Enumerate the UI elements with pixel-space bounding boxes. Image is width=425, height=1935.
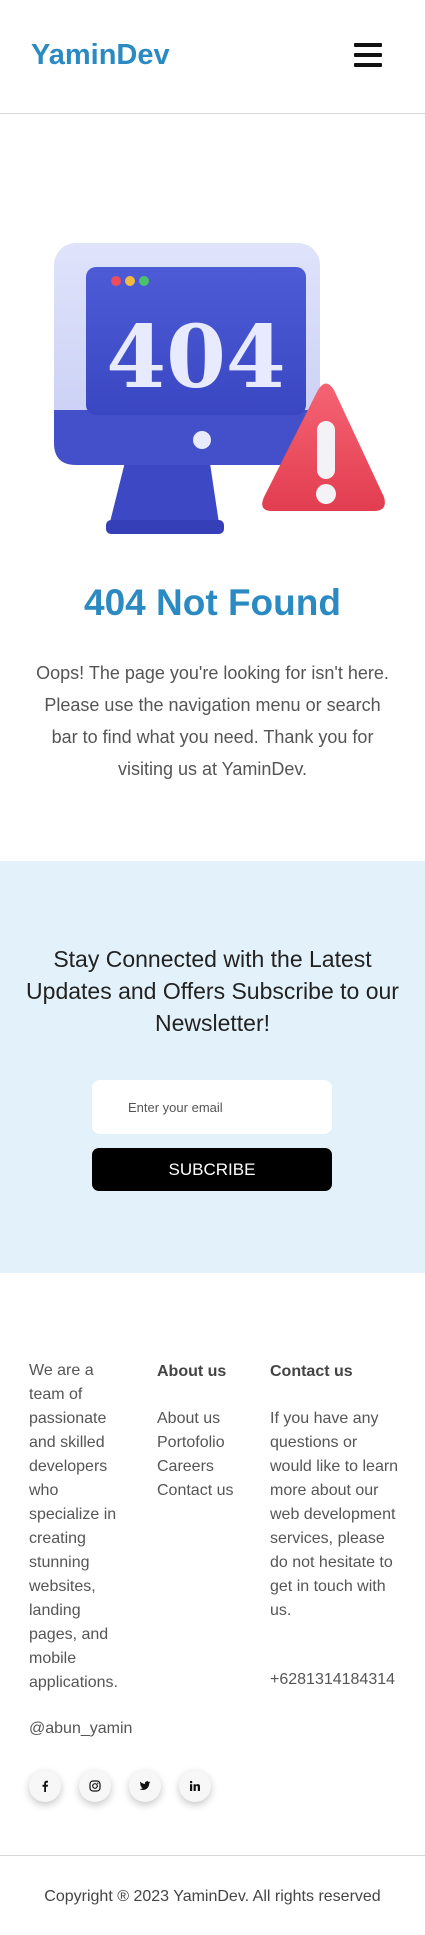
site-logo[interactable]: YaminDev <box>31 39 170 72</box>
window-dot-red <box>111 276 121 286</box>
power-button <box>193 431 211 449</box>
footer-about-text: We are a team of passionate and skilled … <box>29 1362 118 1691</box>
footer-link-portofolio[interactable]: Portofolio <box>157 1431 233 1455</box>
social-handle: @abun_yamin <box>29 1720 133 1737</box>
contact-text: If you have any questions or would like … <box>270 1410 399 1619</box>
illustration-404-text: 404 <box>106 307 286 408</box>
newsletter-section: Stay Connected with the Latest Updates a… <box>0 861 425 1273</box>
site-header: YaminDev <box>0 0 425 114</box>
instagram-button[interactable] <box>79 1770 111 1802</box>
contact-phone[interactable]: +6281314184314 <box>270 1671 395 1689</box>
linkedin-button[interactable] <box>179 1770 211 1802</box>
contact-us-heading: Contact us <box>270 1363 353 1380</box>
window-dot-green <box>139 276 149 286</box>
footer-link-careers[interactable]: Careers <box>157 1455 233 1479</box>
about-us-heading: About us <box>157 1363 227 1380</box>
error-404-illustration: 404 <box>54 243 385 534</box>
email-input[interactable] <box>92 1080 332 1134</box>
page-title: 404 Not Found <box>84 582 341 623</box>
twitter-button[interactable] <box>129 1770 161 1802</box>
instagram-icon <box>89 1780 101 1792</box>
copyright-text: Copyright ® 2023 YaminDev. All rights re… <box>44 1888 381 1905</box>
twitter-icon <box>139 1781 151 1790</box>
monitor-base <box>106 520 224 534</box>
footer-link-about-us[interactable]: About us <box>157 1407 233 1431</box>
hamburger-bar <box>354 53 382 57</box>
window-dot-yellow <box>125 276 135 286</box>
hamburger-bar <box>354 63 382 67</box>
warning-exclamation-bar <box>317 421 335 479</box>
monitor-chin <box>54 410 320 465</box>
error-description: Oops! The page you're looking for isn't … <box>36 663 389 779</box>
facebook-button[interactable] <box>29 1770 61 1802</box>
warning-exclamation-dot <box>316 484 336 504</box>
footer-divider <box>0 1855 425 1856</box>
subscribe-button[interactable]: SUBCRIBE <box>92 1148 332 1191</box>
linkedin-icon <box>189 1780 200 1791</box>
about-us-links: About us Portofolio Careers Contact us <box>157 1407 233 1503</box>
hamburger-menu-button[interactable] <box>352 40 384 72</box>
hamburger-icon <box>354 43 382 47</box>
facebook-icon <box>42 1780 48 1792</box>
newsletter-title: Stay Connected with the Latest Updates a… <box>26 946 399 1036</box>
footer-link-contact-us[interactable]: Contact us <box>157 1479 233 1503</box>
